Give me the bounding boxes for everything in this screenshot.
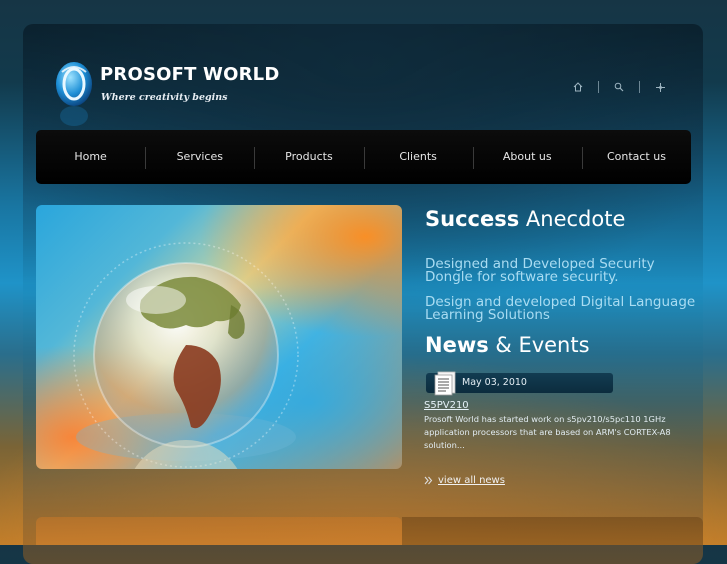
bottom-panel-left bbox=[36, 517, 402, 545]
nav-products[interactable]: Products bbox=[254, 130, 363, 184]
icon-separator bbox=[639, 81, 640, 93]
newspaper-icon bbox=[434, 371, 456, 396]
main-nav: Home Services Products Clients About us … bbox=[36, 130, 691, 184]
logo[interactable]: PROSOFT WORLD Where creativity begins bbox=[53, 58, 303, 132]
search-icon[interactable] bbox=[612, 80, 626, 94]
nav-clients[interactable]: Clients bbox=[363, 130, 473, 184]
news-date: May 03, 2010 bbox=[462, 377, 527, 388]
brand-name: PROSOFT WORLD bbox=[100, 64, 280, 85]
brand-tagline: Where creativity begins bbox=[101, 92, 228, 103]
globe-illustration bbox=[73, 242, 299, 469]
news-events-heading: News & Events bbox=[425, 333, 590, 357]
bottom-panel-right bbox=[402, 517, 703, 545]
sitemap-icon[interactable] bbox=[653, 80, 667, 94]
success-item[interactable]: Designed and Developed Security Dongle f… bbox=[425, 257, 705, 284]
nav-services[interactable]: Services bbox=[145, 130, 254, 184]
hero-globe-image bbox=[36, 205, 402, 469]
nav-home[interactable]: Home bbox=[36, 130, 145, 184]
news-item-link[interactable]: S5PV210 bbox=[424, 400, 469, 411]
success-anecdote-heading: Success Anecdote bbox=[425, 207, 626, 231]
view-all-news-link[interactable]: view all news bbox=[424, 475, 505, 486]
top-utility-icons bbox=[571, 80, 667, 94]
nav-contact-us[interactable]: Contact us bbox=[581, 130, 691, 184]
view-all-news-label[interactable]: view all news bbox=[438, 475, 505, 486]
nav-about-us[interactable]: About us bbox=[472, 130, 582, 184]
news-item-description: Prosoft World has started work on s5pv21… bbox=[424, 414, 671, 450]
globe-logo-icon bbox=[56, 62, 92, 126]
home-icon[interactable] bbox=[571, 80, 585, 94]
success-item[interactable]: Design and developed Digital Language Le… bbox=[425, 295, 705, 322]
icon-separator bbox=[598, 81, 599, 93]
double-chevron-right-icon bbox=[424, 476, 433, 485]
